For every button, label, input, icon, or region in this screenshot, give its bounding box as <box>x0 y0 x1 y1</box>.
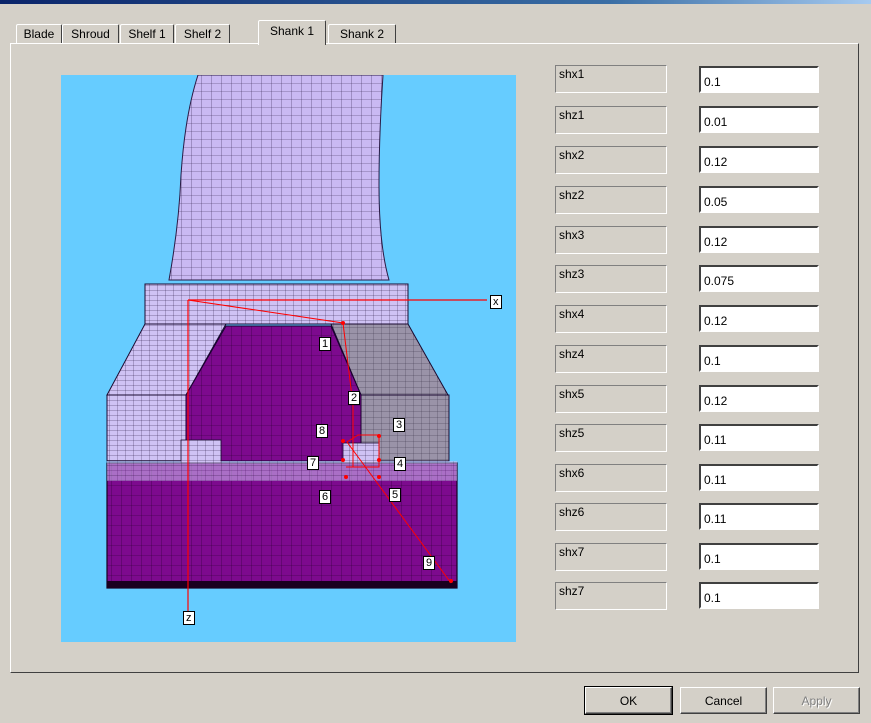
shz3-input[interactable] <box>699 265 819 292</box>
param-label-shx3: shx3 <box>555 226 667 254</box>
shz2-input[interactable] <box>699 186 819 213</box>
ok-button[interactable]: OK <box>584 686 673 715</box>
shx2-input[interactable] <box>699 146 819 173</box>
param-label-shx1: shx1 <box>555 65 667 93</box>
tab-shank-1[interactable]: Shank 1 <box>258 20 326 45</box>
point-label-5: 5 <box>389 488 402 502</box>
cancel-button[interactable]: Cancel <box>680 687 767 714</box>
shz6-input[interactable] <box>699 503 819 530</box>
tab-shroud[interactable]: Shroud <box>62 24 119 44</box>
param-label-shz1: shz1 <box>555 106 667 134</box>
param-label-shx2: shx2 <box>555 146 667 174</box>
param-label-shz2: shz2 <box>555 186 667 214</box>
tab-shelf-1[interactable]: Shelf 1 <box>120 24 174 44</box>
param-label-shz5: shz5 <box>555 424 667 452</box>
point-label-1: 1 <box>319 337 332 351</box>
shz1-input[interactable] <box>699 106 819 133</box>
root-shadow <box>107 581 457 588</box>
param-label-shx5: shx5 <box>555 385 667 413</box>
param-label-shz6: shz6 <box>555 503 667 531</box>
point-label-6: 6 <box>319 490 332 504</box>
root-block <box>106 462 458 589</box>
shx1-input[interactable] <box>699 66 819 93</box>
param-label-shz4: shz4 <box>555 345 667 373</box>
shank-preview-viewport: x z 1 2 3 4 5 6 7 8 9 <box>61 75 516 642</box>
point-label-3: 3 <box>393 418 406 432</box>
z-axis-label: z <box>183 611 195 625</box>
platform <box>144 283 409 325</box>
point-label-7: 7 <box>307 456 320 470</box>
shx6-input[interactable] <box>699 464 819 491</box>
tab-blade[interactable]: Blade <box>16 24 62 44</box>
shz5-input[interactable] <box>699 424 819 451</box>
param-label-shx6: shx6 <box>555 464 667 492</box>
shx3-input[interactable] <box>699 226 819 253</box>
point-label-8: 8 <box>316 424 329 438</box>
tab-shank-2[interactable]: Shank 2 <box>328 24 396 44</box>
param-label-shx7: shx7 <box>555 543 667 571</box>
param-label-shz7: shz7 <box>555 582 667 610</box>
point-label-4: 4 <box>394 457 407 471</box>
point-label-9: 9 <box>423 556 436 570</box>
shx4-input[interactable] <box>699 305 819 332</box>
param-label-shx4: shx4 <box>555 305 667 333</box>
param-label-shz3: shz3 <box>555 265 667 293</box>
shank-diagram <box>106 75 487 615</box>
apply-button[interactable]: Apply <box>773 687 860 714</box>
shz4-input[interactable] <box>699 345 819 372</box>
x-axis-label: x <box>490 295 502 309</box>
title-bar-strip <box>0 0 871 4</box>
tab-shelf-2[interactable]: Shelf 2 <box>175 24 230 44</box>
shx7-input[interactable] <box>699 543 819 570</box>
shz7-input[interactable] <box>699 582 819 609</box>
point-label-2: 2 <box>348 391 361 405</box>
blade-airfoil <box>168 75 390 281</box>
shx5-input[interactable] <box>699 385 819 412</box>
